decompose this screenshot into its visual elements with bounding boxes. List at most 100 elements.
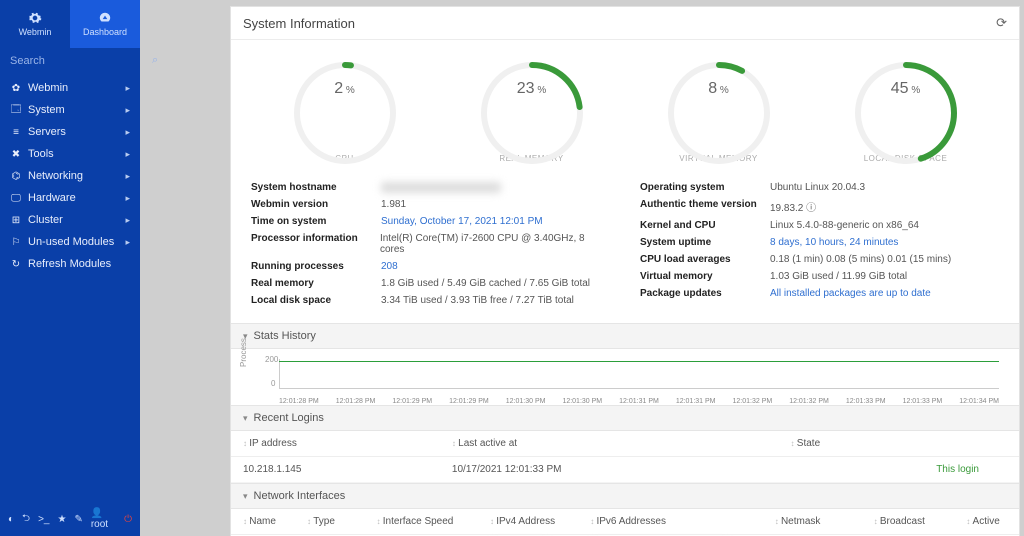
info-value[interactable]: 208 (381, 261, 398, 272)
info-row: Operating systemUbuntu Linux 20.04.3 (640, 179, 999, 196)
col-header[interactable]: Netmask (763, 509, 862, 535)
search-row: ⌕ (0, 48, 140, 73)
sidebar-item-label: Hardware (28, 192, 76, 204)
info-key: Time on system (251, 216, 381, 227)
toolbar-btn-2[interactable]: >_ (38, 514, 49, 525)
info-value: Ubuntu Linux 20.04.3 (770, 182, 865, 193)
xtick: 12:01:28 PM (336, 398, 376, 405)
sidebar-item-tools[interactable]: ✖Tools▸ (0, 143, 140, 165)
xtick: 12:01:33 PM (903, 398, 943, 405)
gauge-cpu: 2 %CPU (265, 58, 425, 163)
sidebar-item-label: Networking (28, 170, 83, 182)
nics-title: Network Interfaces (254, 490, 346, 502)
col-header[interactable]: Name (231, 509, 295, 535)
info-value: Linux 5.4.0-88-generic on x86_64 (770, 220, 919, 231)
info-value: 1.03 GiB used / 11.99 GiB total (770, 271, 907, 282)
stats-axis (279, 359, 999, 389)
stats-ymin: 0 (271, 379, 275, 388)
col-header[interactable]: Active (954, 509, 1019, 535)
gauge-icon (98, 11, 112, 25)
col-header[interactable]: Type (295, 509, 365, 535)
info-value[interactable]: Sunday, October 17, 2021 12:01 PM (381, 216, 543, 227)
tab-dashboard[interactable]: Dashboard (70, 0, 140, 48)
info-value[interactable]: All installed packages are up to date (770, 288, 931, 299)
xtick: 12:01:29 PM (392, 398, 432, 405)
menu-icon: ⚐ (10, 236, 22, 248)
sidebar-item-label: Un-used Modules (28, 236, 114, 248)
col-header[interactable]: IPv6 Addresses (578, 509, 762, 535)
menu-icon: 🗔 (10, 104, 22, 116)
col-header[interactable]: Broadcast (862, 509, 955, 535)
toolbar-btn-5[interactable]: 👤 root (91, 508, 116, 530)
sidebar-item-label: Tools (28, 148, 54, 160)
xtick: 12:01:34 PM (959, 398, 999, 405)
nics-header[interactable]: ▾Network Interfaces (231, 483, 1019, 509)
sidebar-item-un-used-modules[interactable]: ⚐Un-used Modules▸ (0, 231, 140, 253)
info-value: 3.34 TiB used / 3.93 TiB free / 7.27 TiB… (381, 295, 574, 306)
col-header[interactable]: Last active at (440, 431, 779, 457)
info-value[interactable]: 8 days, 10 hours, 24 minutes (770, 237, 898, 248)
sidebar-item-label: Webmin (28, 82, 68, 94)
info-row: Virtual memory1.03 GiB used / 11.99 GiB … (640, 268, 999, 285)
sidebar-tabs: Webmin Dashboard (0, 0, 140, 48)
info-key: Webmin version (251, 199, 381, 210)
sidebar-item-cluster[interactable]: ⊞Cluster▸ (0, 209, 140, 231)
toolbar-btn-1[interactable]: ⮌ (22, 511, 30, 528)
xtick: 12:01:31 PM (619, 398, 659, 405)
search-input[interactable] (10, 55, 152, 67)
logins-header[interactable]: ▾Recent Logins (231, 405, 1019, 431)
toolbar-btn-0[interactable]: ◐ (8, 514, 14, 525)
sidebar-item-webmin[interactable]: ✿ Webmin ▸ (0, 77, 140, 99)
info-row: System hostnamexxxxxxxxxxxxxxxxx (251, 179, 610, 196)
col-header[interactable]: IP address (231, 431, 440, 457)
toolbar-btn-6[interactable]: ⏻ (124, 514, 132, 525)
chevron-right-icon: ▸ (125, 83, 130, 94)
info-col-left: System hostnamexxxxxxxxxxxxxxxxxWebmin v… (251, 179, 610, 309)
info-key: CPU load averages (640, 254, 770, 265)
col-header[interactable]: State (779, 431, 1019, 457)
info-row: Local disk space3.34 TiB used / 3.93 TiB… (251, 292, 610, 309)
info-key: Kernel and CPU (640, 220, 770, 231)
sidebar-item-networking[interactable]: ⌬Networking▸ (0, 165, 140, 187)
col-header[interactable]: IPv4 Address (478, 509, 578, 535)
xtick: 12:01:32 PM (789, 398, 829, 405)
xtick: 12:01:28 PM (279, 398, 319, 405)
stats-header[interactable]: ▾Stats History (231, 323, 1019, 349)
logins-title: Recent Logins (254, 412, 324, 424)
info-row: Time on systemSunday, October 17, 2021 1… (251, 213, 610, 230)
gear-icon (28, 11, 42, 25)
info-key: Running processes (251, 261, 381, 272)
toolbar-btn-4[interactable]: ✎ (74, 514, 82, 525)
sidebar-item-hardware[interactable]: 🖵Hardware▸ (0, 187, 140, 209)
info-key: Real memory (251, 278, 381, 289)
info-key: System hostname (251, 182, 381, 193)
xtick: 12:01:30 PM (506, 398, 546, 405)
hostname-blur: xxxxxxxxxxxxxxxxx (381, 182, 501, 193)
nics-table: NameTypeInterface SpeedIPv4 AddressIPv6 … (231, 509, 1019, 536)
refresh-icon[interactable]: ⟳ (996, 15, 1007, 31)
info-key: Local disk space (251, 295, 381, 306)
sidebar-item-system[interactable]: 🗔System▸ (0, 99, 140, 121)
bottom-toolbar: ◐ ⮌ >_ ★ ✎ 👤 root ⏻ (0, 502, 140, 536)
info-key: Operating system (640, 182, 770, 193)
stats-title: Stats History (254, 330, 316, 342)
col-header[interactable]: Interface Speed (365, 509, 478, 535)
chevron-right-icon: ▸ (125, 215, 130, 226)
gauge-virtual-memory: 8 %VIRTUAL MEMORY (639, 58, 799, 163)
sidebar-item-refresh-modules[interactable]: ↻Refresh Modules (0, 253, 140, 275)
chevron-right-icon: ▸ (125, 127, 130, 138)
info-row: CPU load averages0.18 (1 min) 0.08 (5 mi… (640, 251, 999, 268)
tab-dashboard-label: Dashboard (83, 27, 127, 37)
tab-webmin[interactable]: Webmin (0, 0, 70, 48)
menu-icon: 🖵 (10, 192, 22, 204)
gauge-local-disk-space: 45 %LOCAL DISK SPACE (826, 58, 986, 163)
stats-chart: Process 200 0 12:01:28 PM12:01:28 PM12:0… (231, 349, 1019, 405)
toolbar-btn-3[interactable]: ★ (57, 514, 66, 525)
menu-icon: ✿ (10, 82, 22, 94)
sidebar: Webmin Dashboard ⌕ ✿ Webmin ▸ 🗔System▸≡Serv… (0, 0, 140, 536)
sidebar-item-label: Cluster (28, 214, 63, 226)
sidebar-item-servers[interactable]: ≡Servers▸ (0, 121, 140, 143)
sysinfo-header: System Information ⟳ (231, 7, 1019, 40)
menu-icon: ≡ (10, 126, 22, 138)
info-row: Package updatesAll installed packages ar… (640, 285, 999, 302)
